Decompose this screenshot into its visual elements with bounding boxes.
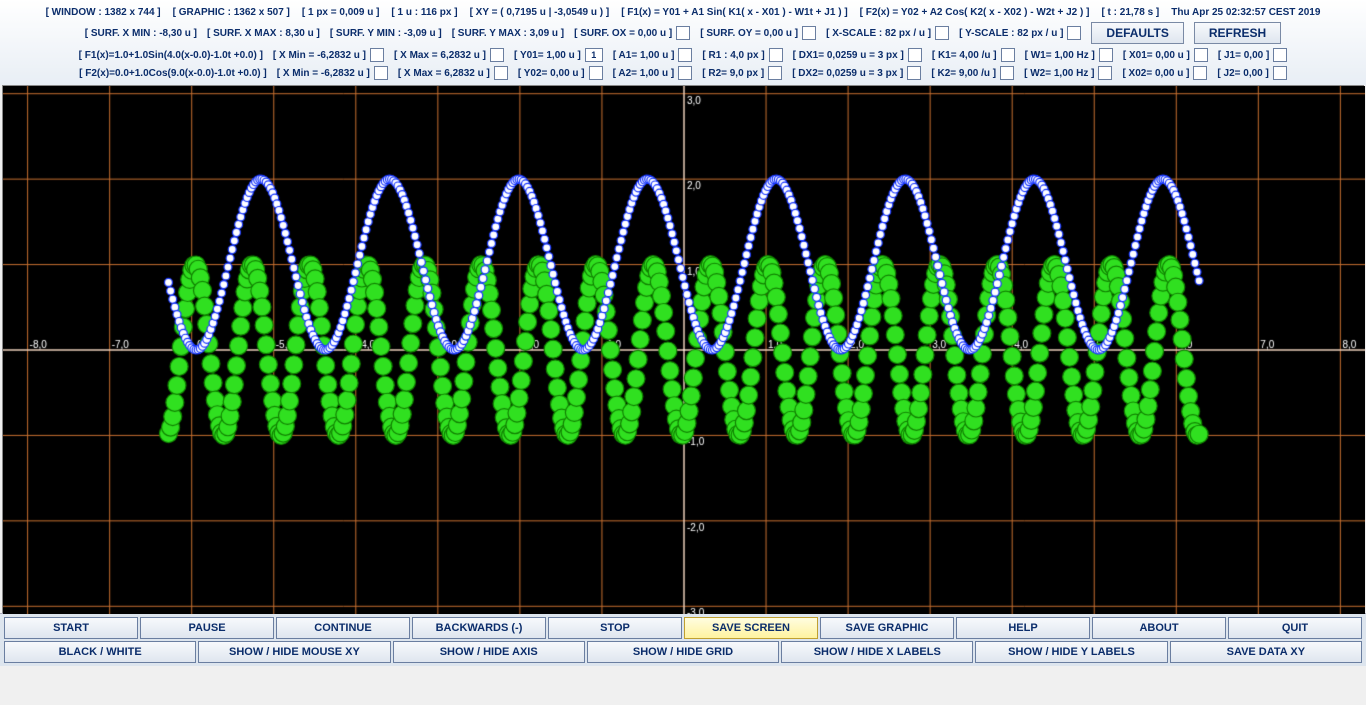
f2-a-check[interactable]	[678, 66, 692, 80]
f1-k-check[interactable]	[1001, 48, 1015, 62]
f1-w: [ W1= 1,00 Hz ]	[1025, 50, 1095, 61]
f2-r: [ R2= 9,0 px ]	[702, 68, 764, 79]
cursor-xy: [ XY = ( 0,7195 u | -3,0549 u ) ]	[470, 7, 610, 18]
f2-k: [ K2= 9,00 /u ]	[931, 68, 996, 79]
f1-r: [ R1 : 4,0 px ]	[702, 50, 764, 61]
info-row-1: [ WINDOW : 1382 x 744 ] [ GRAPHIC : 1362…	[0, 5, 1366, 20]
date: Thu Apr 25 02:32:57 CEST 2019	[1171, 7, 1320, 18]
f1-x0-check[interactable]	[1194, 48, 1208, 62]
f2-dx: [ DX2= 0,0259 u = 3 px ]	[792, 68, 903, 79]
surf-ymin: [ SURF. Y MIN : -3,09 u ]	[330, 28, 442, 39]
black-white-button[interactable]: BLACK / WHITE	[4, 641, 196, 663]
f2-r-check[interactable]	[768, 66, 782, 80]
x-scale-check[interactable]	[935, 26, 949, 40]
f1-formula: [ F1(x) = Y01 + A1 Sin( K1( x - X01 ) - …	[621, 7, 847, 18]
f2-xmin: [ X Min = -6,2832 u ]	[277, 68, 370, 79]
quit-button[interactable]: QUIT	[1228, 617, 1362, 639]
f2-dx-check[interactable]	[907, 66, 921, 80]
x-scale: [ X-SCALE : 82 px / u ]	[826, 28, 931, 39]
f1-a-check[interactable]	[678, 48, 692, 62]
f2-a: [ A2= 1,00 u ]	[613, 68, 675, 79]
surf-oy: [ SURF. OY = 0,00 u ]	[700, 28, 798, 39]
f2-w: [ W2= 1,00 Hz ]	[1024, 68, 1094, 79]
f2-j: [ J2= 0,00 ]	[1217, 68, 1268, 79]
show-hide-grid-button[interactable]: SHOW / HIDE GRID	[587, 641, 779, 663]
f2-param-row: [ F2(x)=0.0+1.0Cos(9.0(x-0.0)-1.0t +0.0)…	[0, 64, 1366, 82]
refresh-button[interactable]: REFRESH	[1194, 22, 1281, 44]
show-hide-y-labels-button[interactable]: SHOW / HIDE Y LABELS	[975, 641, 1167, 663]
f1-x0: [ X01= 0,00 u ]	[1123, 50, 1190, 61]
button-row-1: STARTPAUSECONTINUEBACKWARDS (-)STOPSAVE …	[2, 616, 1364, 640]
f1-dx: [ DX1= 0,0259 u = 3 px ]	[793, 50, 904, 61]
save-graphic-button[interactable]: SAVE GRAPHIC	[820, 617, 954, 639]
f1-y0: [ Y01= 1,00 u ]	[514, 50, 581, 61]
f1-xmax: [ X Max = 6,2832 u ]	[394, 50, 486, 61]
f1-k: [ K1= 4,00 /u ]	[932, 50, 997, 61]
f1-w-check[interactable]	[1099, 48, 1113, 62]
f1-xmax-check[interactable]	[490, 48, 504, 62]
continue-button[interactable]: CONTINUE	[276, 617, 410, 639]
parameter-panel: [ WINDOW : 1382 x 744 ] [ GRAPHIC : 1362…	[0, 0, 1366, 85]
plot-canvas[interactable]	[2, 85, 1364, 613]
f1-param-row: [ F1(x)=1.0+1.0Sin(4.0(x-0.0)-1.0t +0.0)…	[0, 46, 1366, 64]
f2-x0-check[interactable]	[1193, 66, 1207, 80]
f2-formula: [ F2(x) = Y02 + A2 Cos( K2( x - X02 ) - …	[860, 7, 1090, 18]
surf-xmin: [ SURF. X MIN : -8,30 u ]	[85, 28, 197, 39]
button-panel: STARTPAUSECONTINUEBACKWARDS (-)STOPSAVE …	[0, 613, 1366, 666]
start-button[interactable]: START	[4, 617, 138, 639]
pause-button[interactable]: PAUSE	[140, 617, 274, 639]
save-screen-button[interactable]: SAVE SCREEN	[684, 617, 818, 639]
f1-xmin-check[interactable]	[370, 48, 384, 62]
f2-y0-check[interactable]	[589, 66, 603, 80]
u-per-px: [ 1 u : 116 px ]	[391, 7, 457, 18]
stop-button[interactable]: STOP	[548, 617, 682, 639]
f2-x0: [ X02= 0,00 u ]	[1122, 68, 1189, 79]
show-hide-mouse-xy-button[interactable]: SHOW / HIDE MOUSE XY	[198, 641, 390, 663]
backwards--button[interactable]: BACKWARDS (-)	[412, 617, 546, 639]
f1-dx-check[interactable]	[908, 48, 922, 62]
f1-y0-input[interactable]: 1	[585, 48, 603, 62]
surf-oy-check[interactable]	[802, 26, 816, 40]
show-hide-x-labels-button[interactable]: SHOW / HIDE X LABELS	[781, 641, 973, 663]
f2-k-check[interactable]	[1000, 66, 1014, 80]
f2-xmax: [ X Max = 6,2832 u ]	[398, 68, 490, 79]
save-data-xy-button[interactable]: SAVE DATA XY	[1170, 641, 1362, 663]
f1-xmin: [ X Min = -6,2832 u ]	[273, 50, 366, 61]
px-per-u: [ 1 px = 0,009 u ]	[302, 7, 380, 18]
f1-j-check[interactable]	[1273, 48, 1287, 62]
surf-ox: [ SURF. OX = 0,00 u ]	[574, 28, 672, 39]
f1-expr: [ F1(x)=1.0+1.0Sin(4.0(x-0.0)-1.0t +0.0)…	[79, 50, 263, 61]
y-scale: [ Y-SCALE : 82 px / u ]	[959, 28, 1063, 39]
f1-r-check[interactable]	[769, 48, 783, 62]
help-button[interactable]: HELP	[956, 617, 1090, 639]
y-scale-check[interactable]	[1067, 26, 1081, 40]
defaults-button[interactable]: DEFAULTS	[1091, 22, 1183, 44]
time: [ t : 21,78 s ]	[1101, 7, 1159, 18]
surf-xmax: [ SURF. X MAX : 8,30 u ]	[207, 28, 320, 39]
f1-j: [ J1= 0,00 ]	[1218, 50, 1269, 61]
surf-ox-check[interactable]	[676, 26, 690, 40]
about-button[interactable]: ABOUT	[1092, 617, 1226, 639]
show-hide-axis-button[interactable]: SHOW / HIDE AXIS	[393, 641, 585, 663]
f1-a: [ A1= 1,00 u ]	[613, 50, 675, 61]
f2-w-check[interactable]	[1098, 66, 1112, 80]
f2-y0: [ Y02= 0,00 u ]	[518, 68, 585, 79]
window-size: [ WINDOW : 1382 x 744 ]	[46, 7, 161, 18]
info-row-2: [ SURF. X MIN : -8,30 u ] [ SURF. X MAX …	[0, 20, 1366, 46]
graphic-size: [ GRAPHIC : 1362 x 507 ]	[173, 7, 290, 18]
f2-j-check[interactable]	[1273, 66, 1287, 80]
f2-xmax-check[interactable]	[494, 66, 508, 80]
f2-xmin-check[interactable]	[374, 66, 388, 80]
surf-ymax: [ SURF. Y MAX : 3,09 u ]	[452, 28, 564, 39]
f2-expr: [ F2(x)=0.0+1.0Cos(9.0(x-0.0)-1.0t +0.0)…	[79, 68, 267, 79]
button-row-2: BLACK / WHITESHOW / HIDE MOUSE XYSHOW / …	[2, 640, 1364, 664]
